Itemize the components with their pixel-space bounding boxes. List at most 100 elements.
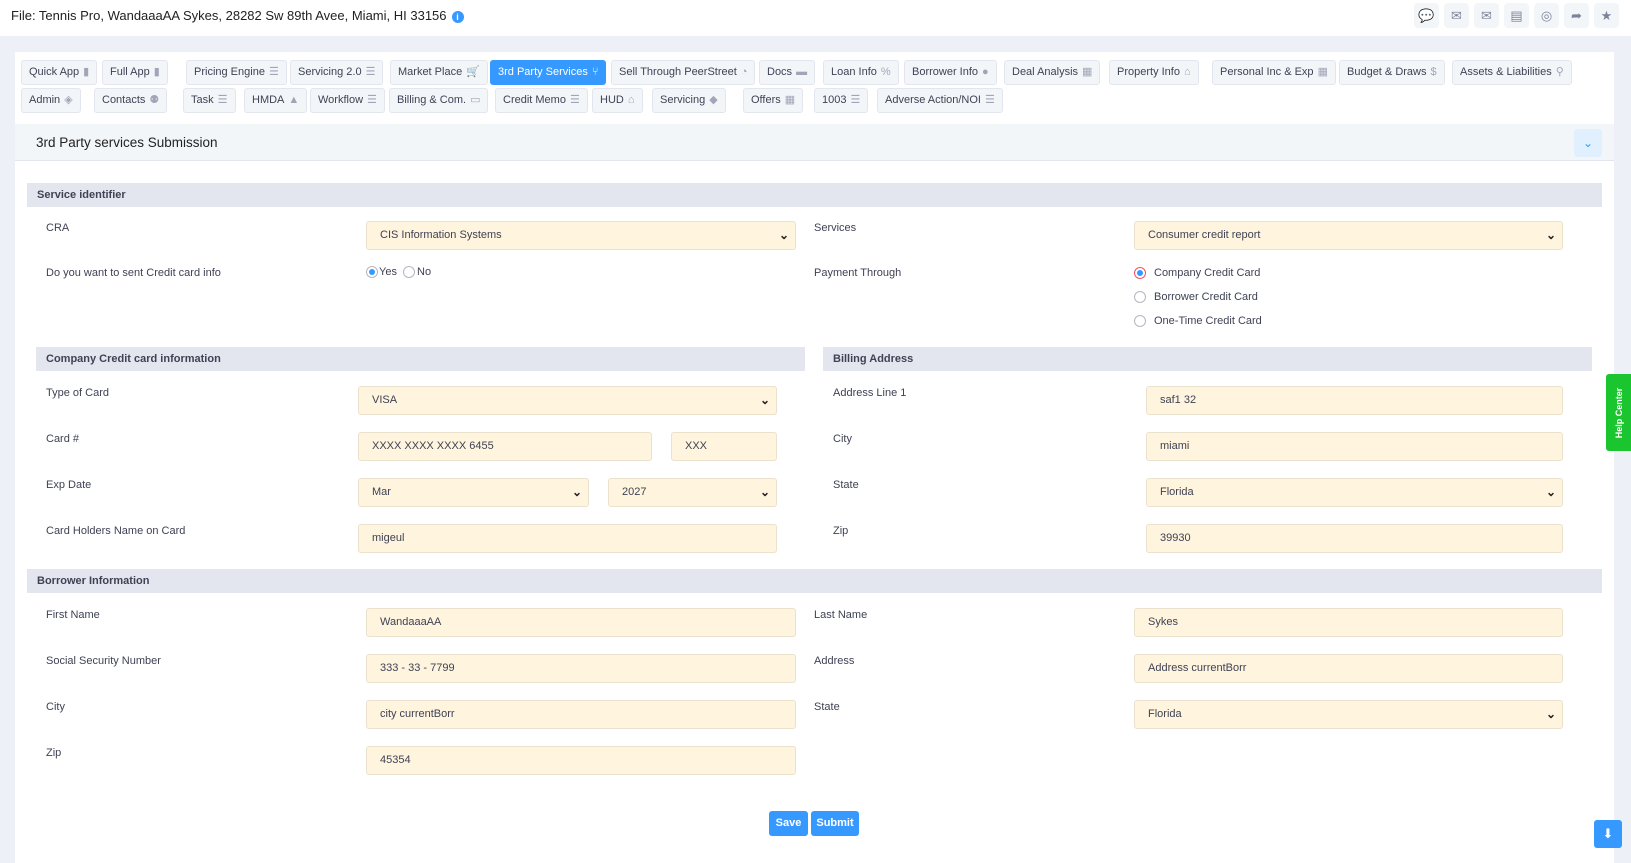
radio-yes[interactable]: Yes — [366, 266, 397, 278]
radio-button[interactable] — [1134, 315, 1146, 327]
billing-zip-input[interactable]: 39930 — [1146, 524, 1563, 553]
tab-adverse-action-noi[interactable]: Adverse Action/NOI ☰ — [877, 88, 1003, 113]
cvv-input[interactable]: XXX — [671, 432, 777, 461]
address-input[interactable]: Address currentBorr — [1134, 654, 1563, 683]
info-icon[interactable]: i — [451, 11, 464, 23]
tab-icon: ☰ — [365, 66, 376, 78]
tab-budget-draws[interactable]: Budget & Draws $ — [1339, 60, 1445, 85]
submit-button[interactable]: Submit — [811, 811, 859, 836]
tab-task[interactable]: Task ☰ — [183, 88, 236, 113]
tab-pricing-engine[interactable]: Pricing Engine ☰ — [186, 60, 287, 85]
tab-servicing[interactable]: Servicing ◆ — [652, 88, 726, 113]
tab-sell-through-peerstreet[interactable]: Sell Through PeerStreet ◔ — [611, 60, 756, 85]
scroll-down-button[interactable]: ⬇ — [1594, 820, 1622, 848]
tab-admin[interactable]: Admin ◈ — [21, 88, 81, 113]
tab-workflow[interactable]: Workflow ☰ — [310, 88, 385, 113]
tab-full-app[interactable]: Full App ▮ — [102, 60, 168, 85]
tab-market-place[interactable]: Market Place 🛒 — [390, 60, 488, 85]
tab-icon: ▲ — [288, 94, 300, 106]
tab-icon: ☰ — [569, 94, 580, 106]
chat-icon[interactable]: 💬 — [1414, 3, 1439, 28]
radio-button[interactable] — [1134, 267, 1146, 279]
chevron-down-icon: ⌄ — [1545, 485, 1556, 499]
tab-borrower-info[interactable]: Borrower Info ● — [904, 60, 997, 85]
tab-label: Servicing 2.0 — [298, 66, 362, 78]
cra-select[interactable]: CIS Information Systems ⌄ — [366, 221, 796, 250]
tab-icon: ▬ — [796, 66, 808, 78]
last-name-label: Last Name — [814, 609, 868, 621]
tab-label: HMDA — [252, 94, 285, 106]
radio-button[interactable] — [1134, 291, 1146, 303]
chevron-down-icon: ⌄ — [571, 485, 582, 499]
exp-year-select[interactable]: 2027 ⌄ — [608, 478, 777, 507]
radio-button[interactable] — [403, 266, 415, 278]
address-line-input[interactable]: saf1 32 — [1146, 386, 1563, 415]
card-holder-label: Card Holders Name on Card — [46, 525, 186, 537]
document-icon[interactable]: ▤ — [1504, 3, 1529, 28]
tab-icon: ☰ — [367, 94, 377, 106]
share-icon[interactable]: ➦ — [1564, 3, 1589, 28]
exp-month-select[interactable]: Mar ⌄ — [358, 478, 589, 507]
tab-hmda[interactable]: HMDA ▲ — [244, 88, 308, 113]
tab-label: 3rd Party Services — [498, 66, 588, 78]
tab-label: 1003 — [822, 94, 847, 106]
tab-hud[interactable]: HUD ⌂ — [592, 88, 643, 113]
save-button[interactable]: Save — [769, 811, 808, 836]
tab-quick-app[interactable]: Quick App ▮ — [21, 60, 98, 85]
tab-icon: ▦ — [1082, 66, 1093, 78]
radio-button[interactable] — [366, 266, 378, 278]
radio-one-time-credit-card[interactable]: One-Time Credit Card — [1134, 315, 1262, 327]
tab-label: Adverse Action/NOI — [885, 94, 981, 106]
tab-icon: ▦ — [1317, 66, 1328, 78]
tab-offers[interactable]: Offers ▦ — [743, 88, 804, 113]
tab-label: Budget & Draws — [1347, 66, 1427, 78]
tab-loan-info[interactable]: Loan Info% — [823, 60, 899, 85]
star-icon[interactable]: ★ — [1594, 3, 1619, 28]
section-service-identifier: Service identifier — [27, 183, 1602, 207]
collapse-button[interactable]: ⌄ — [1574, 129, 1602, 157]
billing-city-input[interactable]: miami — [1146, 432, 1563, 461]
tab-icon: % — [880, 66, 891, 78]
tab-1003[interactable]: 1003 ☰ — [814, 88, 869, 113]
services-select[interactable]: Consumer credit report ⌄ — [1134, 221, 1563, 250]
billing-city-label: City — [833, 433, 852, 445]
tab-contacts[interactable]: Contacts ⚉ — [94, 88, 168, 113]
mail-icon[interactable]: ✉ — [1474, 3, 1499, 28]
radio-company-credit-card[interactable]: Company Credit Card — [1134, 267, 1260, 279]
billing-state-select[interactable]: Florida ⌄ — [1146, 478, 1563, 507]
envelope-open-icon[interactable]: ✉ — [1444, 3, 1469, 28]
tab-assets-liabilities[interactable]: Assets & Liabilities ⚲ — [1452, 60, 1572, 85]
payment-label: Payment Through — [814, 267, 902, 279]
last-name-input[interactable]: Sykes — [1134, 608, 1563, 637]
tab-3rd-party-services[interactable]: 3rd Party Services ⑂ — [490, 60, 607, 85]
ssn-input[interactable]: 333 - 33 - 7799 — [366, 654, 796, 683]
tab-personal-inc-exp[interactable]: Personal Inc & Exp ▦ — [1212, 60, 1336, 85]
section-company-card: Company Credit card information — [36, 347, 805, 371]
tab-deal-analysis[interactable]: Deal Analysis ▦ — [1004, 60, 1101, 85]
card-number-input[interactable]: XXXX XXXX XXXX 6455 — [358, 432, 652, 461]
tab-billing-com-[interactable]: Billing & Com. ▭ — [389, 88, 489, 113]
tab-property-info[interactable]: Property Info ⌂ — [1109, 60, 1199, 85]
help-center-button[interactable]: Help Center — [1606, 374, 1631, 451]
tab-docs[interactable]: Docs ▬ — [759, 60, 816, 85]
top-bar: File: Tennis Pro, WandaaaAA Sykes, 28282… — [0, 0, 1631, 36]
tab-icon: ◆ — [709, 94, 718, 106]
zip-input[interactable]: 45354 — [366, 746, 796, 775]
tab-icon: ● — [982, 66, 989, 78]
chevron-down-icon: ⌄ — [1545, 228, 1556, 242]
tab-label: Billing & Com. — [397, 94, 467, 106]
first-name-input[interactable]: WandaaaAA — [366, 608, 796, 637]
page-title: 3rd Party services Submission — [36, 135, 218, 150]
tab-label: Borrower Info — [912, 66, 979, 78]
support-icon[interactable]: ◎ — [1534, 3, 1559, 28]
chevron-down-icon: ⌄ — [759, 485, 770, 499]
card-holder-input[interactable]: migeul — [358, 524, 777, 553]
state-select[interactable]: Florida ⌄ — [1134, 700, 1563, 729]
radio-borrower-credit-card[interactable]: Borrower Credit Card — [1134, 291, 1258, 303]
card-type-select[interactable]: VISA ⌄ — [358, 386, 777, 415]
radio-no[interactable]: No — [403, 266, 431, 278]
city-input[interactable]: city currentBorr — [366, 700, 796, 729]
tab-credit-memo[interactable]: Credit Memo ☰ — [495, 88, 588, 113]
card-type-label: Type of Card — [46, 387, 109, 399]
tab-servicing-2-0[interactable]: Servicing 2.0 ☰ — [290, 60, 384, 85]
